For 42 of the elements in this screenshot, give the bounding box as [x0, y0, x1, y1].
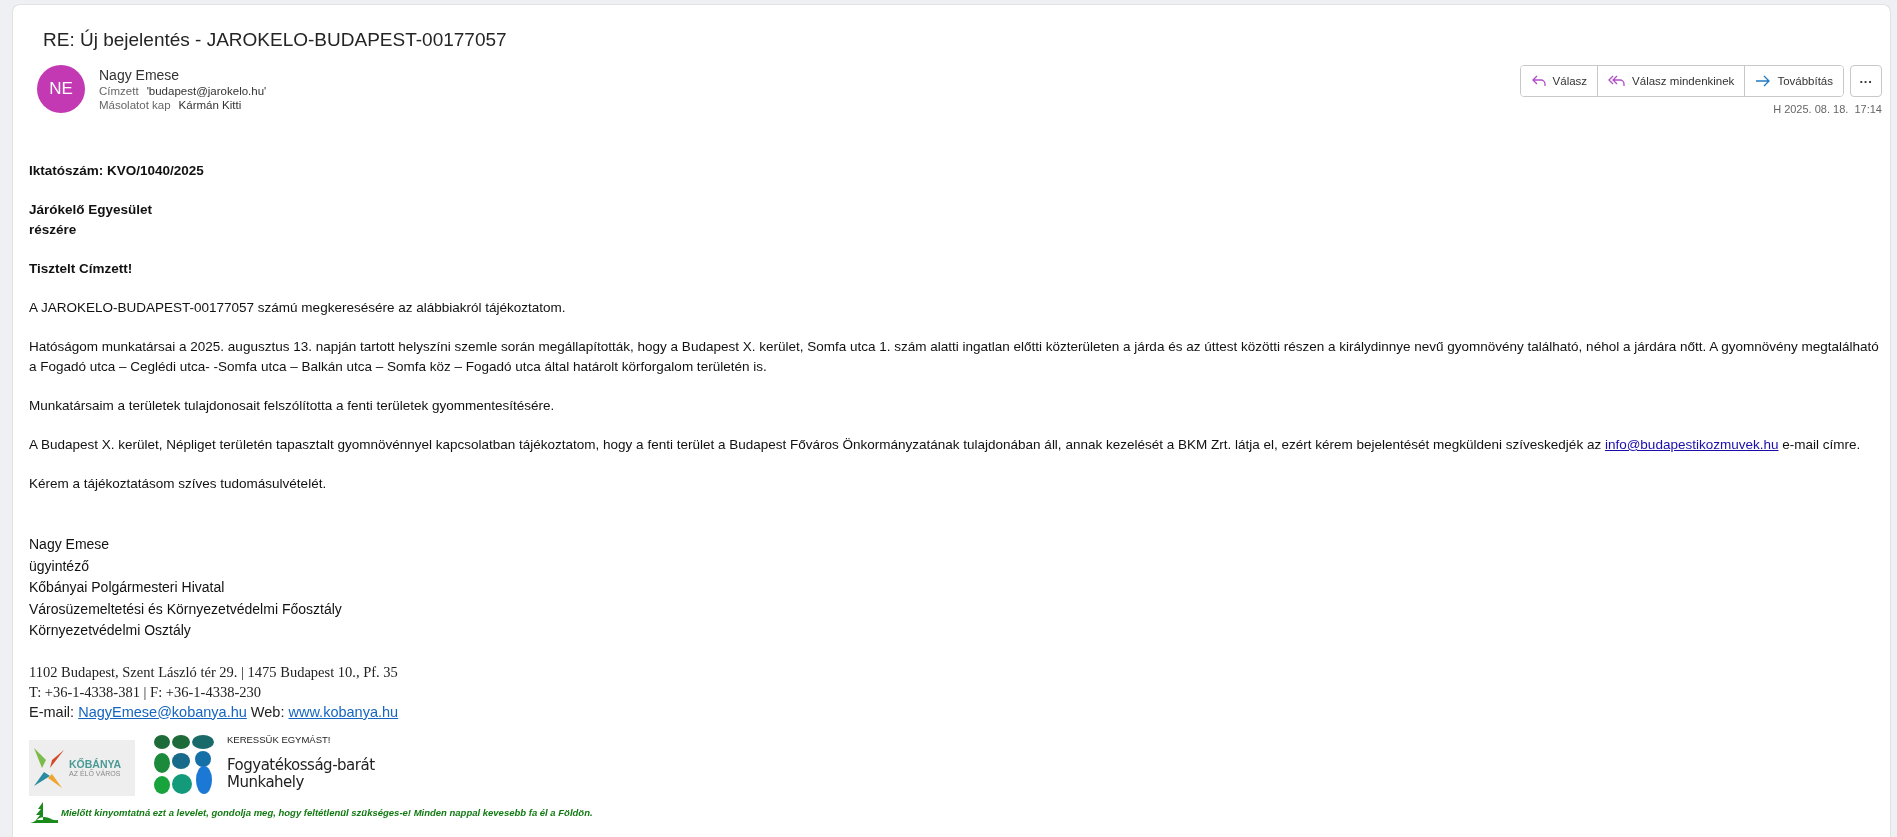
message-date: H 2025. 08. 18. 17:14 [1773, 103, 1882, 115]
forward-button[interactable]: Továbbítás [1744, 66, 1843, 96]
city-logo-name: KŐBÁNYA [69, 758, 122, 770]
footer-note: Mielőtt kinyomtatná ezt a levelet, gondolja meg, hogy feltétlenül szükséges-e! Minden nappal kevesebb fa él a Földön. [61, 807, 593, 818]
email-link[interactable]: info@budapestikozmuvek.hu [1604, 437, 1779, 452]
city-mark-icon [32, 745, 66, 790]
sender-avatar: NE [37, 65, 85, 113]
recipient-label: Címzett [99, 85, 139, 97]
reply-all-icon [1608, 74, 1627, 88]
signature-line: Nagy Emese [29, 535, 111, 554]
body-paragraph: Kérem a tájékoztatásom szíves tudomásulvételét. [29, 475, 328, 493]
signature-line: Városüzemeltetési és Környezetvédelmi Főosztály [29, 599, 343, 619]
body-paragraph: A Budapest X. kerület, Népliget területén tapasztalt gyomnövénnyel kapcsolatban tájékoztatom, hogy a fenti terület a Budapest Főváros Önkormányzatának tulajdonában áll, annak kezelését a BKM Zrt. látja el, ezért kérem bejelentését megküldeni szíveskedjék az info@budapestikozmuvek.hu e-mail címre. [29, 436, 1862, 454]
forward-icon [1755, 74, 1772, 88]
reply-icon [1530, 74, 1547, 88]
recipient-label: Másolatot kap [99, 99, 171, 111]
signature-line: Környezetvédelmi Osztály [29, 621, 192, 640]
more-button[interactable]: ··· [1850, 65, 1882, 97]
logo-title: Fogyatékosság-barát [227, 756, 375, 774]
contact-label: Web: [249, 703, 286, 720]
signature-line: Kőbányai Polgármesteri Hivatal [29, 578, 226, 597]
logo-subtitle: Munkahely [227, 773, 304, 791]
sender-name: Nagy Emese [99, 67, 181, 83]
logo-slogan: KERESSÜK EGYMÁST! [227, 733, 332, 745]
dots-logo-icon [153, 733, 217, 796]
body-paragraph: Hatóságom munkatársai a 2025. augusztus 13. napján tartott helyszíni szemle során megállapították, hogy a Budapest X. kerület, Somfa utca 1. szám alatti ingatlan előtti közterületen a járda és az úttest közötti részen a királydinnye nevű gyomnövény található, néhol a járdára nőtt. A gyomnövény megtalálható a Fogadó utca – Ceglédi utca- -Somfa utca – Balkán utca – Somfa köz – Fogadó utca által határolt körforgalom területén is. [29, 338, 1879, 376]
recipient-value: 'budapest@jarokelo.hu' [146, 85, 267, 97]
web-link[interactable]: www.kobanya.hu [288, 703, 399, 720]
body-text: Járókelő Egyesület [29, 201, 154, 219]
contact-line: 1102 Budapest, Szent László tér 29. | 1475 Budapest 10., Pf. 35 [29, 662, 399, 682]
contact-line: T: +36-1-4338-381 | F: +36-1-4338-230 [29, 682, 262, 702]
body-paragraph: Munkatársaim a területek tulajdonosait felszólította a fenti területek gyommentesítésére. [29, 397, 556, 415]
recipient-value: Kármán Kitti [178, 99, 242, 111]
tree-road-icon [29, 801, 59, 824]
signature-line: ügyintéző [29, 556, 90, 576]
body-text: Iktatószám: KVO/1040/2025 [29, 162, 205, 180]
email-subject: RE: Új bejelentés - JAROKELO-BUDAPEST-00177057 [43, 29, 508, 51]
body-text: részére [29, 221, 78, 239]
email-link[interactable]: NagyEmese@kobanya.hu [78, 703, 247, 720]
body-text: Tisztelt Címzett! [29, 260, 134, 278]
body-paragraph: A JAROKELO-BUDAPEST-00177057 számú megkeresésére az alábbiakról tájékoztatom. [29, 299, 567, 317]
contact-label: E-mail: [29, 703, 76, 720]
